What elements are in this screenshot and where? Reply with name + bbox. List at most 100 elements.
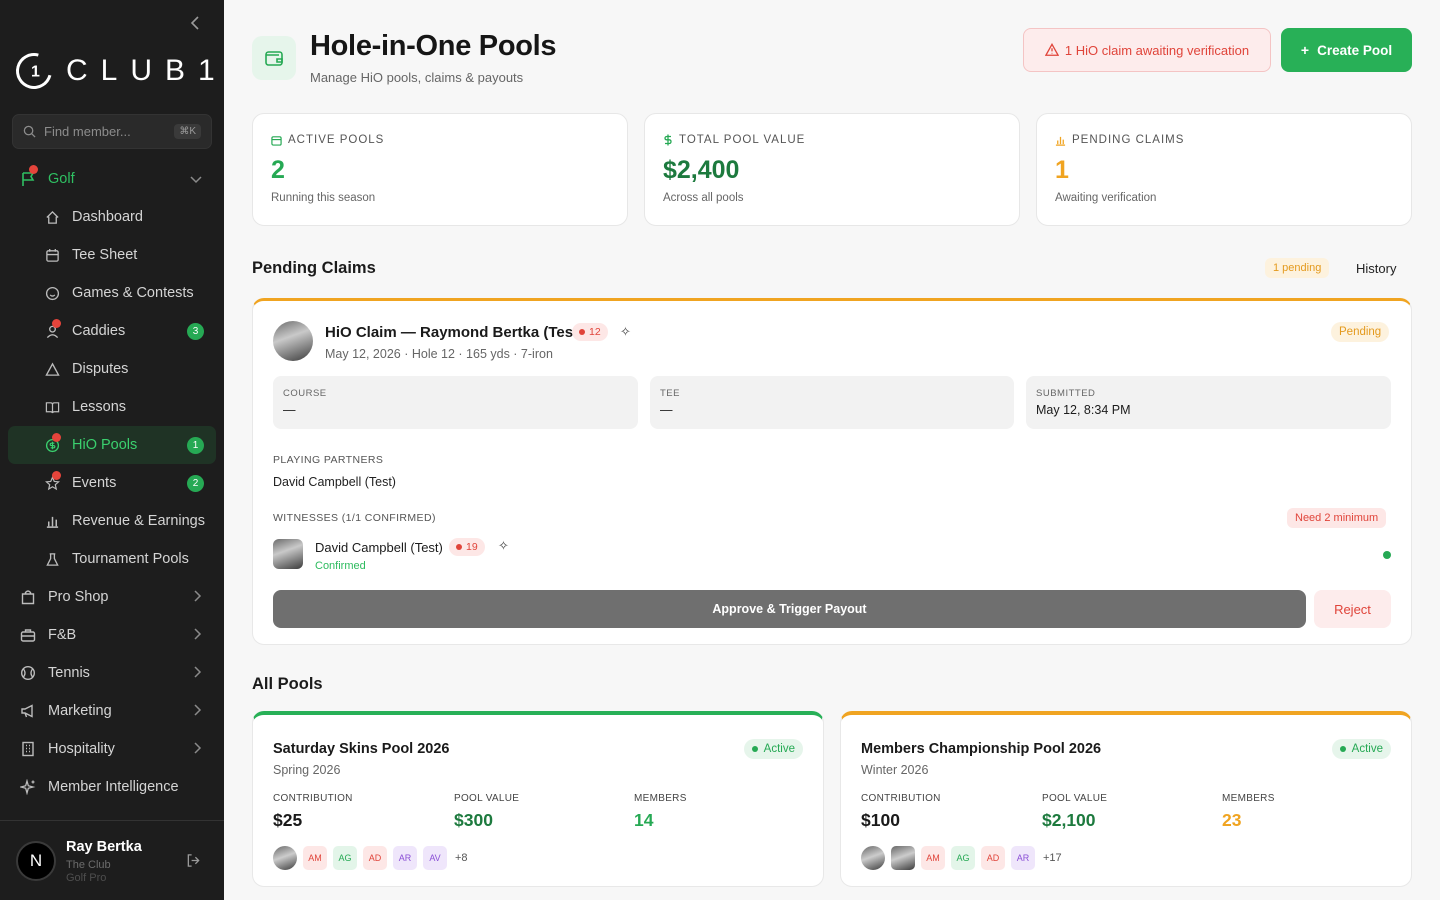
sparkle-icon[interactable]: ✧ xyxy=(498,538,509,554)
user-icon xyxy=(44,319,61,339)
claim-meta: May 12, 2026 · Hole 12 · 165 yds · 7-iro… xyxy=(325,347,553,361)
member-avatars: AM AG AD AR AV +8 xyxy=(273,846,468,870)
plus-icon: + xyxy=(1300,42,1310,58)
megaphone-icon xyxy=(20,703,36,719)
flask-icon xyxy=(44,551,60,567)
pool-name: Members Championship Pool 2026 xyxy=(861,741,1102,757)
warning-icon xyxy=(1044,43,1059,56)
sidebar-section-pro-shop[interactable]: Pro Shop xyxy=(0,578,224,616)
sidebar-section-member-intelligence[interactable]: Member Intelligence xyxy=(0,768,224,806)
verification-alert[interactable]: 1 HiO claim awaiting verification xyxy=(1023,28,1271,72)
sidebar-item-caddies[interactable]: Caddies 3 xyxy=(0,312,224,350)
witness-name[interactable]: David Campbell (Test) xyxy=(315,540,443,555)
pool-season: Spring 2026 xyxy=(273,763,341,777)
reject-button[interactable]: Reject xyxy=(1314,590,1391,628)
pool-card-members-championship[interactable]: Members Championship Pool 2026 Winter 20… xyxy=(840,711,1412,887)
pending-claims-title: Pending Claims xyxy=(252,259,376,277)
member-avatar[interactable] xyxy=(891,846,915,870)
member-avatar[interactable]: AM xyxy=(303,846,327,870)
user-name: Ray Bertka xyxy=(66,839,142,855)
member-avatar[interactable] xyxy=(861,846,885,870)
witness-status: Confirmed xyxy=(315,560,366,572)
chevron-right-icon xyxy=(194,704,202,720)
course-info: COURSE — xyxy=(273,376,638,429)
sidebar-item-lessons[interactable]: Lessons xyxy=(0,388,224,426)
search-placeholder: Find member... xyxy=(44,124,131,139)
sidebar-section-marketing[interactable]: Marketing xyxy=(0,692,224,730)
sparkle-icon[interactable]: ✧ xyxy=(620,324,631,340)
playing-partners-label: PLAYING PARTNERS xyxy=(273,454,384,466)
more-members-count[interactable]: +8 xyxy=(455,852,468,864)
create-pool-button[interactable]: + Create Pool xyxy=(1281,28,1412,72)
avatar[interactable]: N xyxy=(16,841,56,881)
user-profile: N Ray Bertka The Club Golf Pro xyxy=(0,820,224,900)
chevron-right-icon xyxy=(194,666,202,682)
status-badge: Pending xyxy=(1331,322,1390,342)
member-avatar[interactable]: AD xyxy=(981,846,1005,870)
star-icon xyxy=(44,471,61,491)
events-count-badge: 2 xyxy=(187,475,204,492)
member-search-input[interactable]: Find member... ⌘K xyxy=(12,114,212,149)
tennis-ball-icon xyxy=(20,665,36,681)
member-avatar[interactable] xyxy=(273,846,297,870)
member-avatar[interactable]: AG xyxy=(951,846,975,870)
home-icon xyxy=(44,209,60,225)
collapse-sidebar-icon[interactable] xyxy=(190,16,206,36)
search-shortcut: ⌘K xyxy=(174,124,201,139)
tee-info: TEE — xyxy=(650,376,1014,429)
pool-contribution: $100 xyxy=(861,810,900,830)
sidebar-item-disputes[interactable]: Disputes xyxy=(0,350,224,388)
sidebar-section-tennis[interactable]: Tennis xyxy=(0,654,224,692)
sidebar-item-hio-pools[interactable]: HiO Pools 1 xyxy=(8,426,216,464)
sidebar-section-hospitality[interactable]: Hospitality xyxy=(0,730,224,768)
pool-contribution: $25 xyxy=(273,810,303,830)
wallet-icon xyxy=(252,36,296,80)
stat-value: $2,400 xyxy=(663,156,740,184)
sidebar-section-fb[interactable]: F&B xyxy=(0,616,224,654)
playing-partner: David Campbell (Test) xyxy=(273,475,396,489)
member-avatar[interactable]: AG xyxy=(333,846,357,870)
club1-logo[interactable]: 1 CLUB1. xyxy=(9,46,224,96)
logout-icon[interactable] xyxy=(186,853,201,873)
approve-payout-button[interactable]: Approve & Trigger Payout xyxy=(273,590,1306,628)
member-avatar[interactable]: AR xyxy=(1011,846,1035,870)
sidebar-item-dashboard[interactable]: Dashboard xyxy=(0,198,224,236)
sidebar-item-events[interactable]: Events 2 xyxy=(0,464,224,502)
all-pools-title: All Pools xyxy=(252,675,323,693)
logo-text: CLUB1. xyxy=(66,54,224,87)
search-icon xyxy=(23,125,36,138)
witness-avatar[interactable] xyxy=(273,539,303,569)
stat-value: 1 xyxy=(1055,156,1069,184)
member-avatar[interactable]: AD xyxy=(363,846,387,870)
sidebar-section-golf[interactable]: Golf xyxy=(0,160,224,198)
member-avatar[interactable]: AM xyxy=(921,846,945,870)
member-avatar[interactable]: AV xyxy=(423,846,447,870)
chevron-right-icon xyxy=(194,590,202,606)
sidebar-item-tee-sheet[interactable]: Tee Sheet xyxy=(0,236,224,274)
bar-chart-icon xyxy=(44,513,60,529)
claim-title[interactable]: HiO Claim — Raymond Bertka (Test) xyxy=(325,324,583,341)
sidebar-item-revenue-earnings[interactable]: Revenue & Earnings xyxy=(0,502,224,540)
member-avatar[interactable]: AR xyxy=(393,846,417,870)
page-title: Hole-in-One Pools xyxy=(310,30,557,62)
stat-note: Awaiting verification xyxy=(1055,192,1157,204)
claimant-avatar[interactable] xyxy=(273,321,313,361)
sidebar-item-games-contests[interactable]: Games & Contests xyxy=(0,274,224,312)
status-badge: Active xyxy=(1331,739,1391,759)
history-link[interactable]: History xyxy=(1356,261,1396,276)
smile-icon xyxy=(44,285,60,301)
pool-card-saturday-skins[interactable]: Saturday Skins Pool 2026 Spring 2026 Act… xyxy=(252,711,824,887)
sidebar-item-tournament-pools[interactable]: Tournament Pools xyxy=(0,540,224,578)
shopping-bag-icon xyxy=(20,589,36,605)
stat-card-total-pool-value: TOTAL POOL VALUE $2,400 Across all pools xyxy=(644,113,1020,226)
building-icon xyxy=(20,741,36,757)
more-members-count[interactable]: +17 xyxy=(1043,852,1062,864)
sidebar-nav: Golf Dashboard Tee Sheet Games & Contest… xyxy=(0,160,224,806)
flag-icon xyxy=(20,165,38,187)
stat-value: 2 xyxy=(271,156,285,184)
submitted-info: SUBMITTED May 12, 8:34 PM xyxy=(1026,376,1391,429)
warning-icon xyxy=(44,361,60,377)
sparkles-icon xyxy=(20,779,36,795)
main-content: Hole-in-One Pools Manage HiO pools, clai… xyxy=(224,0,1440,900)
calendar-icon xyxy=(44,247,60,263)
